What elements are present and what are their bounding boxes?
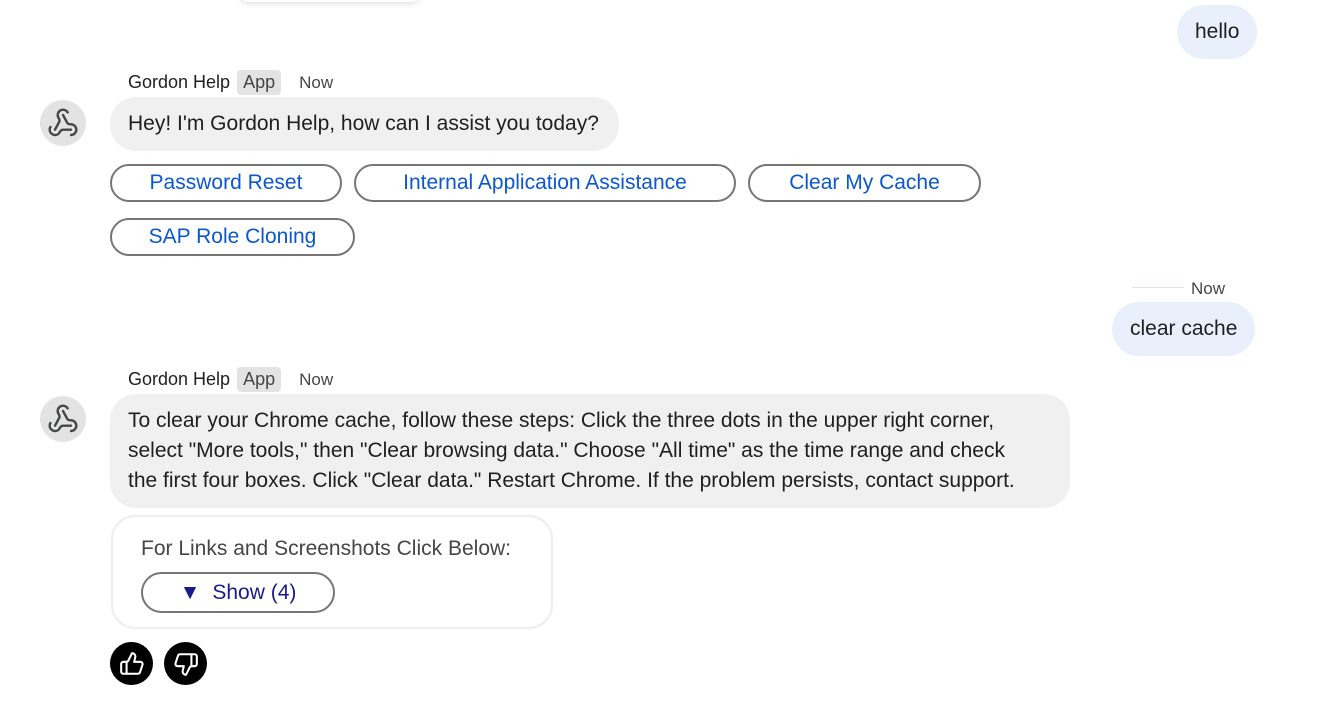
- bot-message-header: Gordon Help App Now: [128, 70, 333, 95]
- thumbs-down-button[interactable]: [164, 642, 207, 685]
- chip-label: Internal Application Assistance: [403, 171, 687, 194]
- suggestion-chip-clear-my-cache[interactable]: Clear My Cache: [748, 164, 981, 202]
- chip-label: Clear My Cache: [789, 171, 940, 194]
- user-message-bubble: clear cache: [1112, 302, 1256, 356]
- message-timestamp: Now: [299, 369, 334, 389]
- chip-label: Password Reset: [149, 171, 303, 194]
- thumbs-up-button[interactable]: [110, 642, 153, 685]
- bot-name: Gordon Help: [128, 369, 231, 389]
- links-card: For Links and Screenshots Click Below: ▼…: [111, 515, 553, 629]
- bot-name: Gordon Help: [128, 72, 231, 92]
- user-message-text: hello: [1195, 20, 1240, 43]
- suggestion-chip-password-reset[interactable]: Password Reset: [110, 164, 342, 202]
- app-badge: App: [237, 367, 282, 392]
- bot-avatar: [40, 100, 86, 146]
- webhook-icon: [48, 108, 78, 137]
- user-message-text: clear cache: [1130, 317, 1238, 340]
- show-more-button[interactable]: ▼ Show (4): [141, 572, 335, 613]
- bot-message-line: select "More tools," then "Clear browsin…: [128, 439, 1005, 462]
- caret-down-icon: ▼: [179, 580, 201, 604]
- bot-message-line: To clear your Chrome cache, follow these…: [128, 409, 995, 432]
- bot-message-bubble: To clear your Chrome cache, follow these…: [110, 394, 1070, 508]
- suggestion-chip-sap-role-cloning[interactable]: SAP Role Cloning: [110, 218, 355, 256]
- thumbs-up-icon: [119, 651, 144, 675]
- message-timestamp: Now: [299, 72, 334, 92]
- message-timestamp: Now: [1191, 279, 1226, 298]
- bot-message-bubble: Hey! I'm Gordon Help, how can I assist y…: [110, 97, 619, 151]
- card-label: For Links and Screenshots Click Below:: [141, 537, 511, 560]
- suggestion-chip-internal-application-assistance[interactable]: Internal Application Assistance: [354, 164, 736, 202]
- webhook-icon: [48, 404, 78, 433]
- chip-label: SAP Role Cloning: [148, 225, 317, 248]
- timestamp-divider: [1132, 287, 1184, 288]
- app-badge: App: [237, 70, 282, 95]
- previous-content-edge: [240, 0, 420, 2]
- bot-message-text: Hey! I'm Gordon Help, how can I assist y…: [128, 112, 599, 135]
- show-button-label: Show (4): [212, 580, 297, 604]
- bot-message-header: Gordon Help App Now: [128, 367, 333, 392]
- thumbs-down-icon: [173, 652, 198, 676]
- user-message-bubble: hello: [1177, 5, 1258, 59]
- bot-avatar: [40, 396, 86, 442]
- bot-message-line: the first four boxes. Click "Clear data.…: [128, 469, 1015, 492]
